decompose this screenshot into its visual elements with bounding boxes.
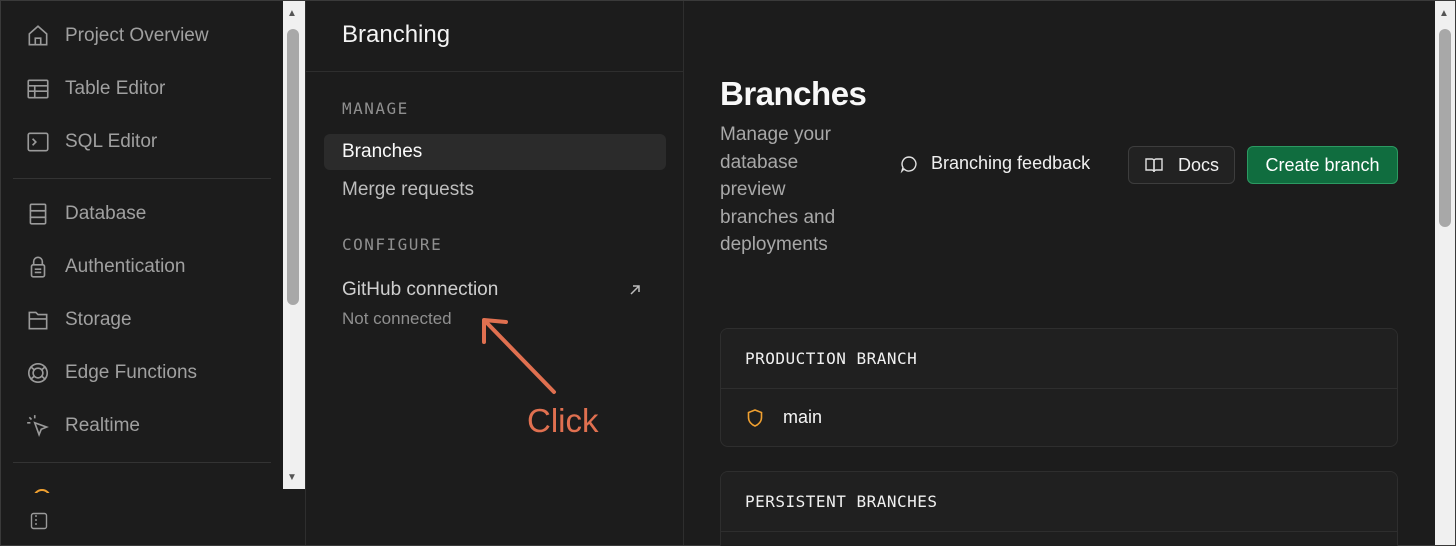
book-icon <box>1145 158 1163 173</box>
sidebar-scrollbar[interactable]: ▲ ▼ <box>283 1 305 489</box>
sidebar-item-storage[interactable]: Storage <box>23 302 132 338</box>
menu-item-branches[interactable]: Branches <box>324 134 666 170</box>
menu-header: Branching <box>306 1 684 72</box>
cursor-click-icon <box>23 411 53 441</box>
scroll-up-arrow-icon[interactable]: ▲ <box>287 9 297 19</box>
branch-name: main <box>783 407 823 427</box>
sidebar-nav: Project Overview Table Editor SQL Editor… <box>1 1 283 545</box>
scrollbar-thumb[interactable] <box>1439 29 1451 227</box>
page-scrollbar[interactable]: ▲ <box>1435 1 1455 545</box>
menu-item-label: Branches <box>342 141 423 162</box>
menu-item-merge-requests[interactable]: Merge requests <box>324 172 666 208</box>
github-connection-status: Not connected <box>342 309 452 328</box>
lock-icon <box>23 252 53 282</box>
sidebar-item-label: Realtime <box>65 415 140 436</box>
table-icon <box>23 74 53 104</box>
sidebar-item-realtime[interactable]: Realtime <box>23 408 140 444</box>
sidebar-item-label: SQL Editor <box>65 131 158 152</box>
sidebar-item-sql-editor[interactable]: SQL Editor <box>23 124 157 160</box>
create-branch-button[interactable]: Create branch <box>1247 146 1398 184</box>
github-connection-link[interactable]: GitHub connection <box>342 279 498 301</box>
sidebar-item-label: Table Editor <box>65 78 166 99</box>
main-content: Branches Manage your database preview br… <box>685 1 1435 546</box>
persistent-branches-card: PERSISTENT BRANCHES <box>720 471 1398 546</box>
partial-item-icon <box>31 487 53 493</box>
sidebar-item-label: Storage <box>65 309 132 330</box>
feedback-label: Branching feedback <box>931 153 1091 173</box>
page-title: Branches <box>720 75 867 112</box>
sidebar-item-table-editor[interactable]: Table Editor <box>23 71 165 107</box>
menu-title: Branching <box>342 21 451 48</box>
nav-divider <box>13 178 271 179</box>
docs-label: Docs <box>1177 154 1219 175</box>
scroll-down-arrow-icon[interactable]: ▼ <box>287 473 297 483</box>
sidebar-item-label: Database <box>65 203 147 224</box>
sidebar-item-project-overview[interactable]: Project Overview <box>23 18 209 54</box>
collapse-sidebar-icon[interactable] <box>29 511 49 531</box>
external-link-icon[interactable] <box>626 281 644 299</box>
persistent-branches-header: PERSISTENT BRANCHES <box>721 472 1397 532</box>
nav-divider <box>13 462 271 463</box>
docs-button[interactable]: Docs <box>1128 146 1235 184</box>
globe-icon <box>23 358 53 388</box>
branching-feedback-button[interactable]: Branching feedback <box>899 153 1090 174</box>
database-icon <box>23 199 53 229</box>
scroll-up-arrow-icon[interactable]: ▲ <box>1439 9 1449 19</box>
folder-icon <box>23 305 53 335</box>
annotation-arrow-icon <box>482 318 556 394</box>
terminal-icon <box>23 127 53 157</box>
annotation-text: Click <box>527 402 599 439</box>
sidebar-item-database[interactable]: Database <box>23 196 146 232</box>
section-label-manage: MANAGE <box>342 99 409 118</box>
sidebar-item-edge-functions[interactable]: Edge Functions <box>23 355 197 391</box>
message-bubble-icon <box>900 155 917 173</box>
sidebar-item-authentication[interactable]: Authentication <box>23 249 185 285</box>
production-branch-card: PRODUCTION BRANCH main <box>720 328 1398 447</box>
menu-item-label: Merge requests <box>342 179 475 200</box>
production-branch-header: PRODUCTION BRANCH <box>721 329 1397 389</box>
page-description: Manage your database preview branches an… <box>720 124 836 255</box>
branching-menu: Branching MANAGE Branches Merge requests… <box>305 1 684 545</box>
sidebar-item-label: Project Overview <box>65 25 209 46</box>
sidebar-item-label: Authentication <box>65 256 186 277</box>
section-label-configure: CONFIGURE <box>342 235 443 254</box>
home-icon <box>23 21 53 51</box>
scrollbar-thumb[interactable] <box>287 29 299 305</box>
sidebar-gap <box>283 489 305 545</box>
shield-icon <box>747 408 763 427</box>
sidebar-item-label: Edge Functions <box>65 362 198 383</box>
branch-row-main[interactable]: main <box>721 389 1397 446</box>
